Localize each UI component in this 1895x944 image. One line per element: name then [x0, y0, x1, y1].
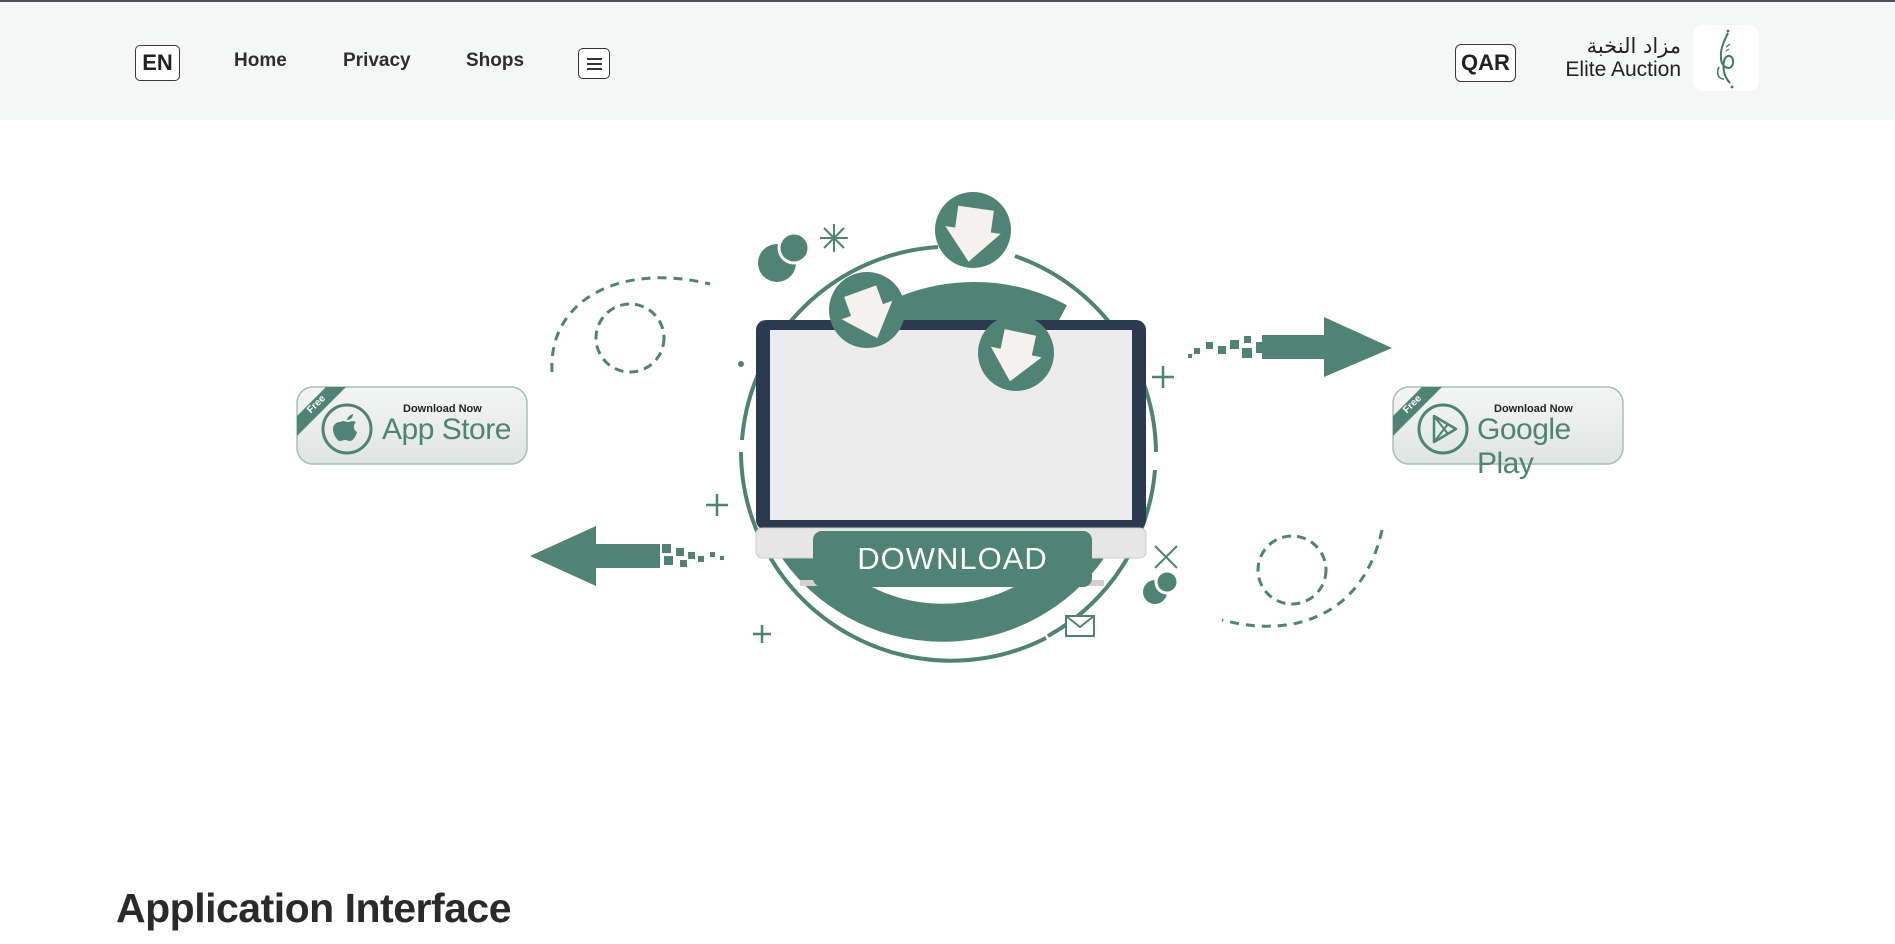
site-header: EN Home Privacy Shops QAR مزاد النخبة El… — [0, 2, 1895, 120]
menu-icon — [586, 57, 602, 60]
menu-button[interactable] — [578, 48, 610, 79]
nav-home-link[interactable]: Home — [234, 49, 287, 73]
brand-name-arabic: مزاد النخبة — [1586, 34, 1681, 58]
logo-icon[interactable] — [1693, 25, 1759, 91]
google-play-button[interactable]: Free Download Now Google Play — [1392, 386, 1624, 480]
currency-button[interactable]: QAR — [1455, 44, 1516, 82]
nav-shops-link[interactable]: Shops — [466, 49, 524, 73]
nav-privacy-link[interactable]: Privacy — [343, 49, 411, 73]
section-title: Application Interface — [116, 885, 512, 931]
app-store-button[interactable]: Free Download Now App Store — [296, 386, 528, 465]
mail-icon — [1065, 615, 1095, 637]
download-arrow-icon — [935, 192, 1011, 268]
google-play-label: Google Play — [1477, 413, 1571, 480]
brand-name-english: Elite Auction — [1565, 58, 1681, 81]
app-store-label: App Store — [382, 413, 511, 446]
language-button[interactable]: EN — [135, 45, 180, 81]
download-label: DOWNLOAD — [813, 531, 1092, 587]
